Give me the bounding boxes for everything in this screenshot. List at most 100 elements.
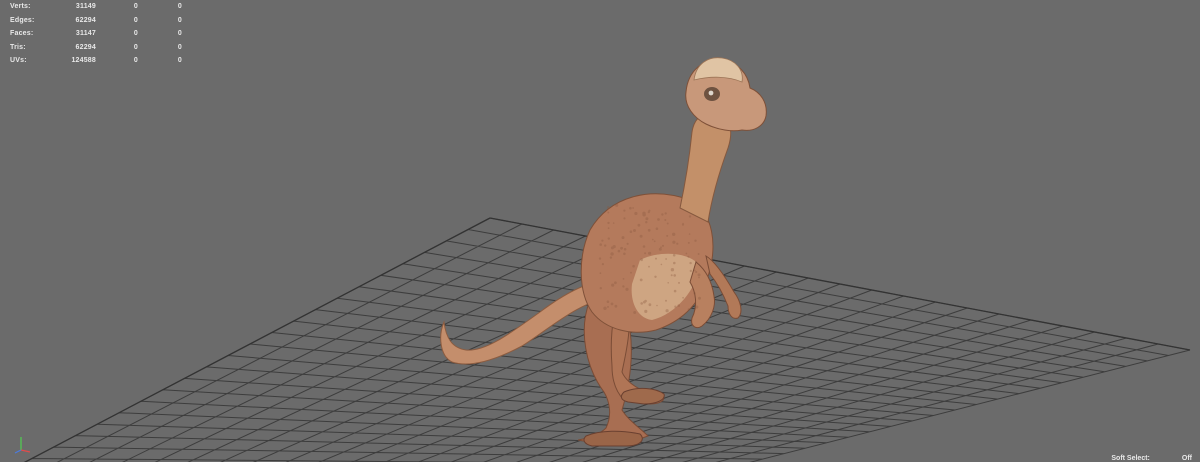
axis-gizmo-icon — [14, 437, 31, 454]
hud-row-faces: Faces: 31147 0 0 — [10, 27, 182, 41]
scale-texture-dot — [623, 217, 626, 220]
soft-select-label: Soft Select: — [1111, 455, 1150, 462]
scale-texture-dot — [629, 230, 633, 233]
scale-texture-dot — [666, 234, 669, 237]
hud-label: Faces: — [10, 30, 34, 38]
scale-texture-dot — [667, 282, 669, 284]
scale-texture-dot — [673, 289, 677, 293]
scale-texture-dot — [599, 243, 602, 246]
hud-value: 62294 — [75, 43, 96, 51]
scale-texture-dot — [670, 274, 673, 277]
hud-value: 0 — [133, 43, 138, 51]
scale-texture-dot — [695, 260, 697, 263]
scale-texture-dot — [609, 256, 613, 259]
hud-label: UVs: — [10, 57, 27, 65]
scale-texture-dot — [665, 309, 669, 313]
hud-value: 0 — [177, 43, 182, 51]
hud-value: 31147 — [75, 30, 96, 38]
scale-texture-dot — [607, 305, 609, 308]
hud-row-tris: Tris: 62294 0 0 — [10, 41, 182, 55]
hud-value: 0 — [133, 57, 138, 65]
hud-label: Tris: — [10, 43, 26, 51]
scale-texture-dot — [652, 238, 654, 241]
scale-texture-dot — [632, 264, 635, 268]
scale-texture-dot — [630, 271, 632, 274]
scale-texture-dot — [645, 217, 649, 221]
scale-texture-dot — [698, 276, 700, 279]
scale-texture-dot — [599, 287, 602, 290]
scale-texture-dot — [637, 223, 641, 227]
scale-texture-dot — [610, 252, 614, 256]
scale-texture-dot — [673, 261, 676, 265]
scale-texture-dot — [697, 273, 701, 277]
scale-texture-dot — [656, 304, 658, 307]
hud-value: 0 — [177, 30, 182, 38]
scale-texture-dot — [673, 274, 676, 277]
hud-row-edges: Edges: 62294 0 0 — [10, 14, 182, 28]
scale-texture-dot — [672, 253, 676, 257]
scale-texture-dot — [607, 227, 610, 230]
scale-texture-dot — [660, 263, 663, 266]
scale-texture-dot — [644, 309, 648, 313]
scale-texture-dot — [648, 265, 650, 268]
scale-texture-dot — [639, 278, 643, 282]
scale-texture-dot — [607, 237, 610, 240]
scale-texture-dot — [648, 303, 652, 307]
soft-select-value: Off — [1181, 455, 1192, 462]
scale-texture-dot — [642, 245, 646, 248]
scale-texture-dot — [698, 296, 701, 300]
scale-texture-dot — [666, 222, 669, 225]
scale-texture-dot — [677, 304, 680, 307]
scale-texture-dot — [621, 247, 624, 249]
scale-texture-dot — [672, 232, 676, 236]
scale-texture-dot — [626, 242, 629, 245]
scale-texture-dot — [689, 261, 692, 265]
scale-texture-dot — [634, 211, 638, 216]
scale-texture-dot — [657, 218, 660, 221]
scale-texture-dot — [604, 244, 607, 247]
scale-texture-dot — [623, 247, 627, 251]
scale-texture-dot — [643, 300, 646, 304]
scale-texture-dot — [685, 252, 688, 255]
scale-texture-dot — [598, 257, 602, 260]
scale-texture-dot — [658, 247, 662, 251]
scale-texture-dot — [611, 283, 615, 287]
scale-texture-dot — [681, 223, 685, 226]
scale-texture-dot — [672, 240, 676, 244]
scale-texture-dot — [670, 268, 675, 272]
scale-texture-dot — [601, 239, 604, 242]
scale-texture-dot — [617, 249, 621, 253]
scale-texture-dot — [660, 246, 662, 249]
hud-value: 31149 — [75, 3, 96, 11]
scale-texture-dot — [693, 292, 696, 295]
scale-texture-dot — [648, 251, 652, 255]
scale-texture-dot — [632, 207, 634, 209]
scale-texture-dot — [599, 272, 602, 275]
scale-texture-dot — [606, 206, 610, 209]
scale-texture-dot — [664, 219, 667, 221]
hud-value: 0 — [133, 16, 138, 24]
scale-texture-dot — [678, 281, 680, 284]
scale-texture-dot — [603, 306, 607, 310]
scale-texture-dot — [612, 245, 616, 249]
scale-texture-dot — [665, 299, 667, 302]
hud-value: 0 — [133, 30, 138, 38]
soft-select-status: Soft Select: Off — [1111, 455, 1192, 462]
scale-texture-dot — [664, 212, 667, 215]
scale-texture-dot — [688, 215, 692, 218]
hud-row-verts: Verts: 31149 0 0 — [10, 0, 182, 14]
scale-texture-dot — [654, 275, 657, 278]
scale-texture-dot — [665, 258, 667, 260]
scale-texture-dot — [676, 242, 679, 245]
scale-texture-dot — [633, 229, 636, 232]
scene-canvas[interactable] — [0, 0, 1200, 462]
scale-texture-dot — [633, 311, 637, 314]
scale-texture-dot — [621, 236, 625, 240]
scale-texture-dot — [639, 234, 643, 238]
scale-texture-dot — [661, 244, 665, 247]
scale-texture-dot — [687, 255, 690, 258]
scale-texture-dot — [607, 211, 610, 214]
viewport[interactable]: Verts: 31149 0 0 Edges: 62294 0 0 Faces:… — [0, 0, 1200, 462]
scale-texture-dot — [629, 206, 632, 210]
scale-texture-dot — [610, 302, 614, 306]
